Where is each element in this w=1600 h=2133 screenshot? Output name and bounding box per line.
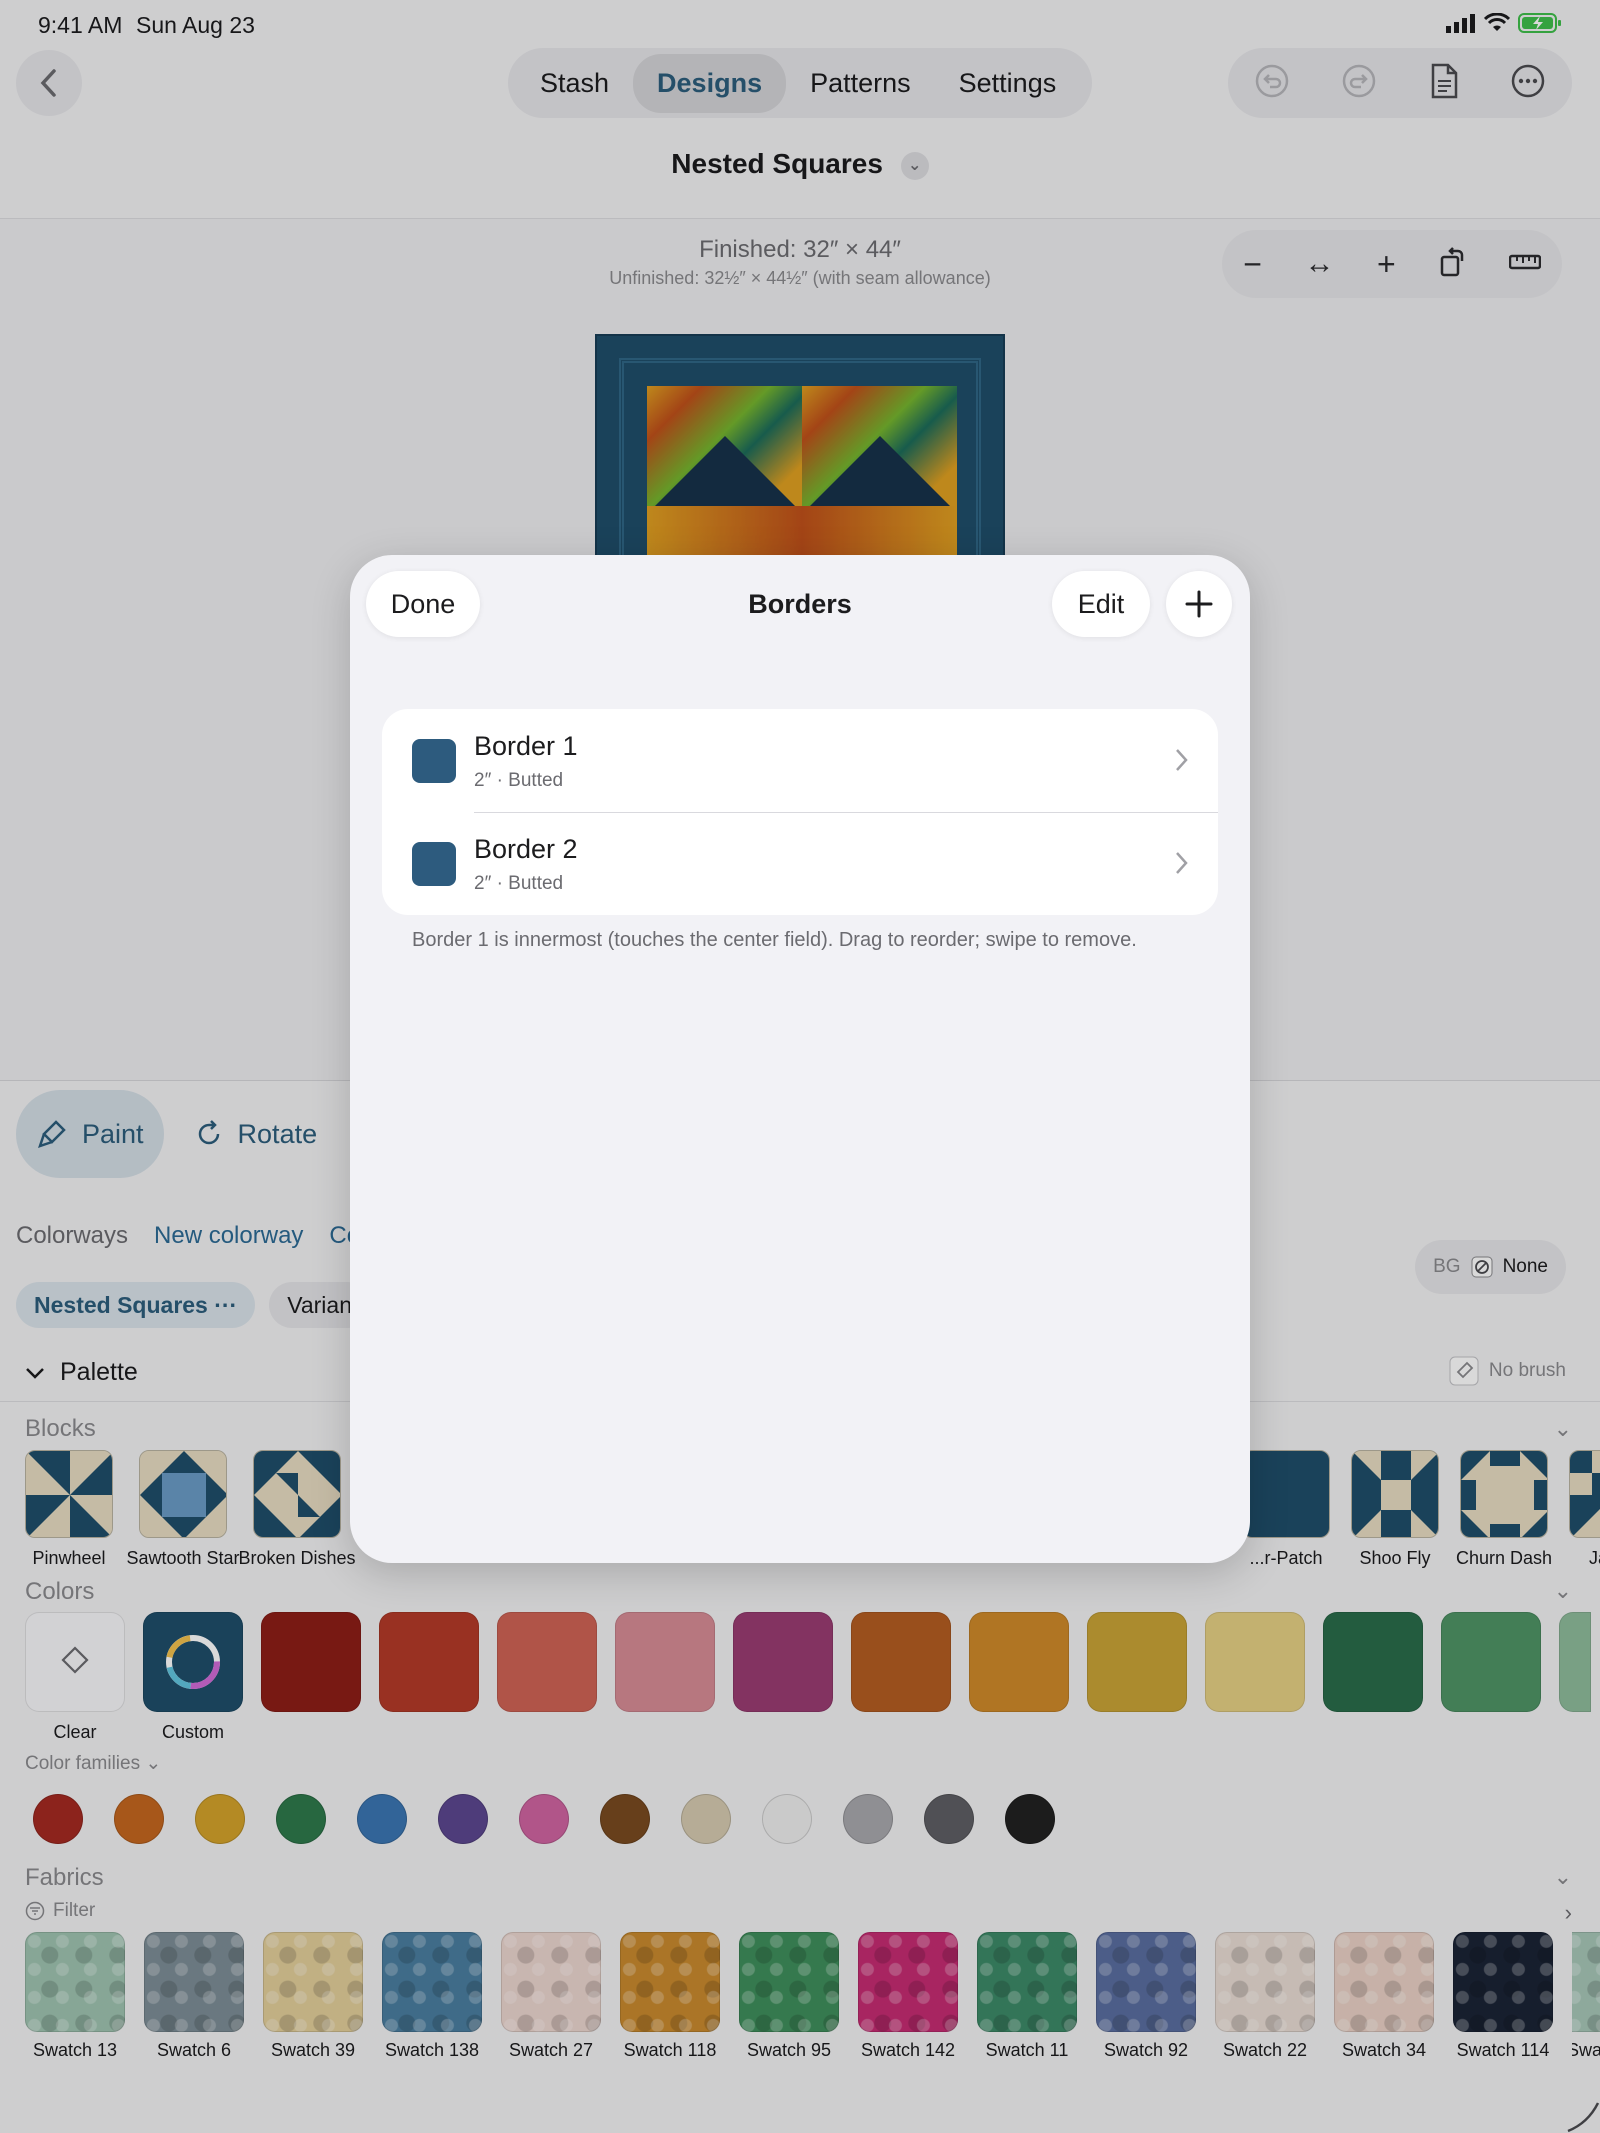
- borders-list: Border 1 2″ · Butted Border 2 2″ · Butte…: [382, 709, 1218, 915]
- edit-button[interactable]: Edit: [1052, 571, 1150, 637]
- border-row[interactable]: Border 2 2″ · Butted: [382, 812, 1218, 915]
- borders-footnote: Border 1 is innermost (touches the cente…: [412, 929, 1137, 951]
- border-detail: 2″ · Butted: [474, 770, 564, 791]
- border-name: Border 1: [474, 731, 578, 761]
- border-name: Border 2: [474, 834, 578, 864]
- border-detail: 2″ · Butted: [474, 873, 564, 894]
- border-color-swatch: [412, 739, 456, 783]
- border-color-swatch: [412, 842, 456, 886]
- borders-sheet: Done Borders Edit Border 1 2″ · Butted B…: [350, 555, 1250, 1563]
- chevron-right-icon: [1176, 852, 1188, 874]
- border-row[interactable]: Border 1 2″ · Butted: [382, 709, 1218, 813]
- chevron-right-icon: [1176, 749, 1188, 771]
- add-border-button[interactable]: [1166, 571, 1232, 637]
- plus-icon: [1185, 590, 1213, 618]
